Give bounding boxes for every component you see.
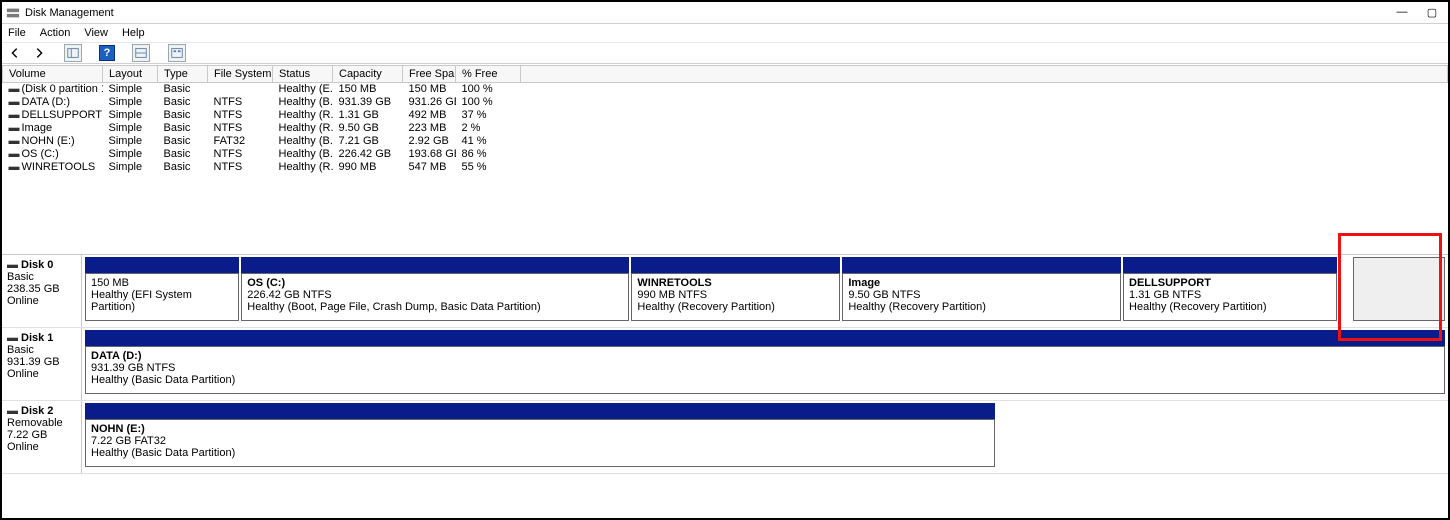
menu-help[interactable]: Help xyxy=(122,27,145,39)
partition-stripe xyxy=(241,257,629,273)
partition-body[interactable]: OS (C:)226.42 GB NTFSHealthy (Boot, Page… xyxy=(241,273,629,321)
partition-stripe xyxy=(842,257,1121,273)
volume-list[interactable]: Volume Layout Type File System Status Ca… xyxy=(2,64,1448,254)
menu-file[interactable]: File xyxy=(8,27,26,39)
partition[interactable]: Image9.50 GB NTFSHealthy (Recovery Parti… xyxy=(842,257,1121,321)
maximize-button[interactable]: ▢ xyxy=(1426,6,1438,19)
disk-icon: ▬ xyxy=(7,405,18,417)
partition-body[interactable]: DATA (D:)931.39 GB NTFSHealthy (Basic Da… xyxy=(85,346,1445,394)
partition[interactable]: OS (C:)226.42 GB NTFSHealthy (Boot, Page… xyxy=(241,257,629,321)
col-status[interactable]: Status xyxy=(273,66,333,83)
disk-body: 150 MBHealthy (EFI System Partition)OS (… xyxy=(82,255,1448,327)
table-row[interactable]: ▬ImageSimpleBasicNTFSHealthy (R...9.50 G… xyxy=(3,122,1448,135)
back-button[interactable] xyxy=(6,44,24,62)
table-row[interactable]: ▬DATA (D:)SimpleBasicNTFSHealthy (B...93… xyxy=(3,96,1448,109)
forward-button[interactable] xyxy=(30,44,48,62)
disk-row: ▬Disk 1Basic931.39 GBOnlineDATA (D:)931.… xyxy=(2,328,1448,401)
volume-icon: ▬ xyxy=(9,161,19,173)
view-top-button[interactable] xyxy=(132,44,150,62)
titlebar: Disk Management — ▢ xyxy=(2,2,1448,24)
col-type[interactable]: Type xyxy=(158,66,208,83)
disk-icon: ▬ xyxy=(7,259,18,271)
col-rest xyxy=(521,66,1448,83)
view-bottom-button[interactable] xyxy=(168,44,186,62)
disk-header[interactable]: ▬Disk 1Basic931.39 GBOnline xyxy=(2,328,82,400)
disk-header[interactable]: ▬Disk 0Basic238.35 GBOnline xyxy=(2,255,82,327)
disk-row: ▬Disk 0Basic238.35 GBOnline150 MBHealthy… xyxy=(2,255,1448,328)
volume-icon: ▬ xyxy=(9,109,19,121)
partition-body[interactable]: Image9.50 GB NTFSHealthy (Recovery Parti… xyxy=(842,273,1121,321)
partition-body[interactable]: 150 MBHealthy (EFI System Partition) xyxy=(85,273,239,321)
unallocated-space[interactable] xyxy=(1353,257,1445,321)
disk-body: DATA (D:)931.39 GB NTFSHealthy (Basic Da… xyxy=(82,328,1448,400)
partition-body[interactable]: DELLSUPPORT1.31 GB NTFSHealthy (Recovery… xyxy=(1123,273,1337,321)
partition[interactable]: DELLSUPPORT1.31 GB NTFSHealthy (Recovery… xyxy=(1123,257,1337,321)
col-pctfree[interactable]: % Free xyxy=(456,66,521,83)
table-row[interactable]: ▬NOHN (E:)SimpleBasicFAT32Healthy (B...7… xyxy=(3,135,1448,148)
partition[interactable]: DATA (D:)931.39 GB NTFSHealthy (Basic Da… xyxy=(85,330,1445,394)
column-headers[interactable]: Volume Layout Type File System Status Ca… xyxy=(3,66,1448,83)
partition[interactable]: 150 MBHealthy (EFI System Partition) xyxy=(85,257,239,321)
col-capacity[interactable]: Capacity xyxy=(333,66,403,83)
col-volume[interactable]: Volume xyxy=(3,66,103,83)
partition-stripe xyxy=(85,257,239,273)
table-row[interactable]: ▬(Disk 0 partition 1)SimpleBasicHealthy … xyxy=(3,83,1448,96)
partition-stripe xyxy=(85,403,995,419)
col-filesystem[interactable]: File System xyxy=(208,66,273,83)
menubar: File Action View Help xyxy=(2,24,1448,42)
col-freespace[interactable]: Free Spa... xyxy=(403,66,456,83)
table-row[interactable]: ▬DELLSUPPORTSimpleBasicNTFSHealthy (R...… xyxy=(3,109,1448,122)
volume-icon: ▬ xyxy=(9,96,19,108)
disk-map: ▬Disk 0Basic238.35 GBOnline150 MBHealthy… xyxy=(2,254,1448,474)
app-icon xyxy=(6,6,20,20)
disk-row: ▬Disk 2Removable7.22 GBOnlineNOHN (E:)7.… xyxy=(2,401,1448,474)
partition[interactable]: WINRETOOLS990 MB NTFSHealthy (Recovery P… xyxy=(631,257,840,321)
partition-body[interactable]: WINRETOOLS990 MB NTFSHealthy (Recovery P… xyxy=(631,273,840,321)
menu-action[interactable]: Action xyxy=(40,27,71,39)
partition-stripe xyxy=(631,257,840,273)
disk-header[interactable]: ▬Disk 2Removable7.22 GBOnline xyxy=(2,401,82,473)
volume-icon: ▬ xyxy=(9,83,19,95)
partition[interactable]: NOHN (E:)7.22 GB FAT32Healthy (Basic Dat… xyxy=(85,403,995,467)
volume-icon: ▬ xyxy=(9,135,19,147)
table-row[interactable]: ▬WINRETOOLSSimpleBasicNTFSHealthy (R...9… xyxy=(3,161,1448,174)
volume-icon: ▬ xyxy=(9,148,19,160)
menu-view[interactable]: View xyxy=(84,27,108,39)
volume-icon: ▬ xyxy=(9,122,19,134)
partition-stripe xyxy=(85,330,1445,346)
minimize-button[interactable]: — xyxy=(1396,6,1408,19)
window-title: Disk Management xyxy=(25,7,114,19)
table-row[interactable]: ▬OS (C:)SimpleBasicNTFSHealthy (B...226.… xyxy=(3,148,1448,161)
help-button[interactable]: ? xyxy=(98,44,116,62)
disk-body: NOHN (E:)7.22 GB FAT32Healthy (Basic Dat… xyxy=(82,401,1448,473)
disk-icon: ▬ xyxy=(7,332,18,344)
toolbar: ? xyxy=(2,42,1448,64)
partition-stripe xyxy=(1123,257,1337,273)
partition-body[interactable]: NOHN (E:)7.22 GB FAT32Healthy (Basic Dat… xyxy=(85,419,995,467)
show-hide-console-tree-button[interactable] xyxy=(64,44,82,62)
col-layout[interactable]: Layout xyxy=(103,66,158,83)
